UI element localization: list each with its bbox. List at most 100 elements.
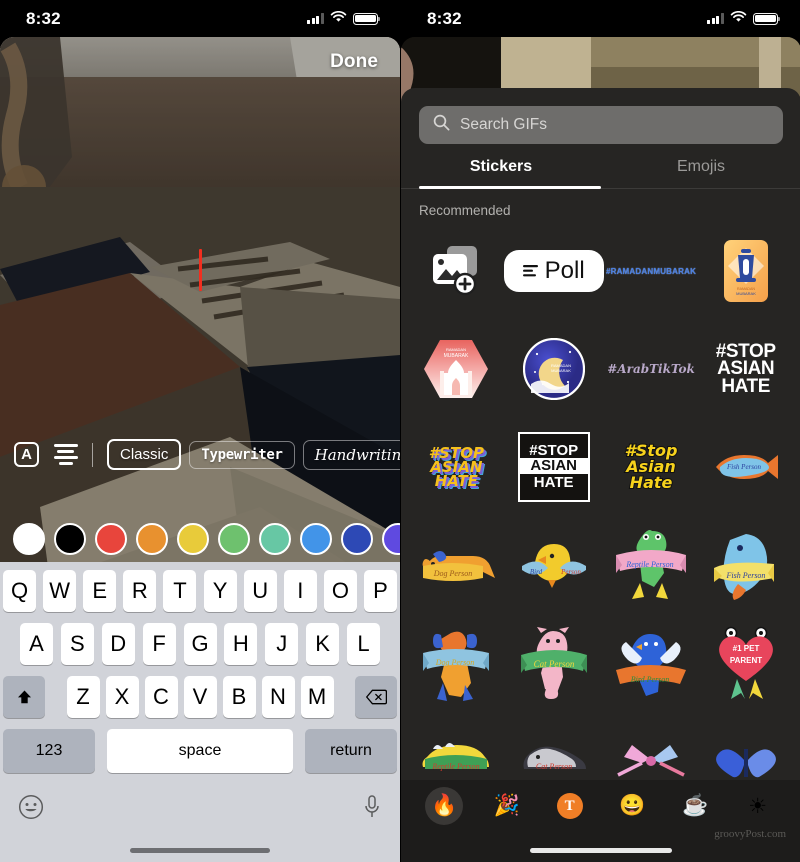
key-f[interactable]: F bbox=[142, 623, 176, 665]
reptile-person-sticker-1[interactable]: Reptile Person bbox=[604, 516, 699, 614]
sticker-tabs: Stickers Emojis bbox=[401, 158, 800, 189]
color-swatch-orange[interactable] bbox=[136, 523, 168, 555]
fish-person-sticker-2[interactable]: Fish Person bbox=[698, 516, 793, 614]
search-gifs-input[interactable]: Search GIFs bbox=[419, 106, 783, 144]
key-k[interactable]: K bbox=[306, 623, 340, 665]
status-icons bbox=[307, 10, 381, 28]
status-icons bbox=[707, 10, 781, 28]
backspace-key[interactable] bbox=[355, 676, 397, 718]
stop-asian-hate-retro-sticker[interactable]: #STOP ASIAN HATE bbox=[409, 418, 504, 516]
stop-asian-hate-boxed-sticker[interactable]: #STOP ASIAN HATE bbox=[504, 418, 604, 516]
key-x[interactable]: X bbox=[105, 676, 139, 718]
font-option-typewriter[interactable]: Typewriter bbox=[189, 440, 295, 469]
ramadan-moon-circle-sticker[interactable]: RAMADAN MUBARAK bbox=[504, 320, 604, 418]
bird-person-sticker-1[interactable]: Bird Person bbox=[504, 516, 604, 614]
key-z[interactable]: Z bbox=[66, 676, 100, 718]
dog-person-sticker-1[interactable]: Dog Person bbox=[409, 516, 504, 614]
color-swatch-row bbox=[0, 518, 400, 560]
color-swatch-purple[interactable] bbox=[382, 523, 400, 555]
text-align-icon[interactable] bbox=[53, 441, 78, 468]
keyboard-row-4: 123 space return bbox=[0, 729, 400, 773]
food-drink-tab[interactable]: ☕ bbox=[664, 786, 727, 826]
key-j[interactable]: J bbox=[265, 623, 299, 665]
battery-icon bbox=[353, 12, 381, 25]
key-n[interactable]: N bbox=[261, 676, 295, 718]
stop-asian-hate-white-sticker[interactable]: #STOP ASIAN HATE bbox=[698, 320, 793, 418]
party-tab[interactable]: 🎉 bbox=[476, 786, 539, 826]
emoji-smiley-icon[interactable] bbox=[18, 794, 44, 825]
key-h[interactable]: H bbox=[224, 623, 258, 665]
on-screen-keyboard: QWERTYUIOP ASDFGHJKL ZXCVBNM 123 space r… bbox=[0, 562, 400, 862]
key-r[interactable]: R bbox=[123, 570, 157, 612]
trending-tab[interactable]: 🔥 bbox=[413, 786, 476, 826]
bird-person-sticker-2[interactable]: Bird Person bbox=[604, 614, 699, 712]
font-option-handwriting[interactable]: Handwriting bbox=[302, 439, 400, 470]
key-o[interactable]: O bbox=[323, 570, 357, 612]
done-button[interactable]: Done bbox=[330, 51, 378, 73]
ramadan-mubarak-hashtag-sticker[interactable]: #RAMADANMUBARAK bbox=[604, 222, 699, 320]
font-option-classic[interactable]: Classic bbox=[107, 439, 182, 470]
dog-person-sticker-2[interactable]: Dog Person bbox=[409, 614, 504, 712]
ramadan-mosque-hex-sticker[interactable]: RAMADAN MUBARAK bbox=[409, 320, 504, 418]
stop-asian-hate-yellow-sticker[interactable]: #Stop Asian Hate bbox=[604, 418, 699, 516]
text-tab[interactable]: T bbox=[538, 786, 601, 826]
tab-glyph: ☀ bbox=[748, 794, 768, 818]
color-swatch-blue[interactable] bbox=[300, 523, 332, 555]
text-cursor bbox=[199, 249, 202, 291]
pet-parent-sticker[interactable]: #1 PET PARENT bbox=[698, 614, 793, 712]
key-e[interactable]: E bbox=[83, 570, 117, 612]
color-swatch-mint[interactable] bbox=[259, 523, 291, 555]
key-d[interactable]: D bbox=[101, 623, 135, 665]
key-b[interactable]: B bbox=[222, 676, 256, 718]
space-key[interactable]: space bbox=[107, 729, 293, 773]
keyboard-row-2: ASDFGHJKL bbox=[0, 623, 400, 665]
key-g[interactable]: G bbox=[183, 623, 217, 665]
add-photo-sticker[interactable] bbox=[409, 222, 504, 320]
key-t[interactable]: T bbox=[163, 570, 197, 612]
font-picker: Classic Typewriter Handwriting bbox=[107, 439, 400, 470]
tab-stickers[interactable]: Stickers bbox=[401, 158, 601, 189]
right-status-bar: 8:32 bbox=[401, 0, 800, 37]
ramadan-lantern-sticker[interactable]: RAMADAN MUBARAK bbox=[698, 222, 793, 320]
status-time: 8:32 bbox=[427, 8, 462, 28]
return-key[interactable]: return bbox=[305, 729, 397, 773]
color-swatch-black[interactable] bbox=[54, 523, 86, 555]
arab-tiktok-hashtag-sticker[interactable]: #ArabTikTok bbox=[604, 320, 699, 418]
numbers-key[interactable]: 123 bbox=[3, 729, 95, 773]
key-v[interactable]: V bbox=[183, 676, 217, 718]
key-p[interactable]: P bbox=[363, 570, 397, 612]
key-s[interactable]: S bbox=[60, 623, 94, 665]
key-a[interactable]: A bbox=[20, 623, 53, 665]
color-swatch-red[interactable] bbox=[95, 523, 127, 555]
battery-icon bbox=[753, 12, 781, 25]
key-i[interactable]: I bbox=[283, 570, 317, 612]
color-swatch-yellow[interactable] bbox=[177, 523, 209, 555]
cat-person-sticker-1[interactable]: Cat Person bbox=[504, 614, 604, 712]
key-w[interactable]: W bbox=[43, 570, 77, 612]
left-status-bar: 8:32 bbox=[0, 0, 400, 37]
color-swatch-white[interactable] bbox=[13, 523, 45, 555]
cellular-signal-icon bbox=[307, 13, 324, 24]
poll-sticker[interactable]: Poll bbox=[503, 222, 604, 320]
search-placeholder: Search GIFs bbox=[460, 116, 547, 133]
weather-tab[interactable]: ☀ bbox=[726, 786, 789, 826]
tab-glyph: 🎉 bbox=[493, 794, 521, 817]
key-l[interactable]: L bbox=[347, 623, 380, 665]
microphone-icon[interactable] bbox=[362, 794, 382, 825]
color-swatch-green[interactable] bbox=[218, 523, 250, 555]
status-time: 8:32 bbox=[26, 8, 61, 28]
key-c[interactable]: C bbox=[144, 676, 178, 718]
tab-emojis[interactable]: Emojis bbox=[601, 158, 800, 189]
fish-person-sticker-1[interactable]: Fish Person bbox=[698, 418, 793, 516]
text-style-toolbar: A Classic Typewriter Handwriting bbox=[0, 432, 400, 477]
key-m[interactable]: M bbox=[300, 676, 334, 718]
color-swatch-navy[interactable] bbox=[341, 523, 373, 555]
shift-key[interactable] bbox=[3, 676, 45, 718]
letter-a-box-icon[interactable]: A bbox=[14, 441, 40, 468]
smileys-tab[interactable]: 😀 bbox=[601, 786, 664, 826]
key-y[interactable]: Y bbox=[203, 570, 237, 612]
svg-text:#1 PET: #1 PET bbox=[732, 644, 759, 653]
key-q[interactable]: Q bbox=[3, 570, 36, 612]
key-u[interactable]: U bbox=[243, 570, 277, 612]
svg-text:Fish Person: Fish Person bbox=[726, 463, 762, 471]
